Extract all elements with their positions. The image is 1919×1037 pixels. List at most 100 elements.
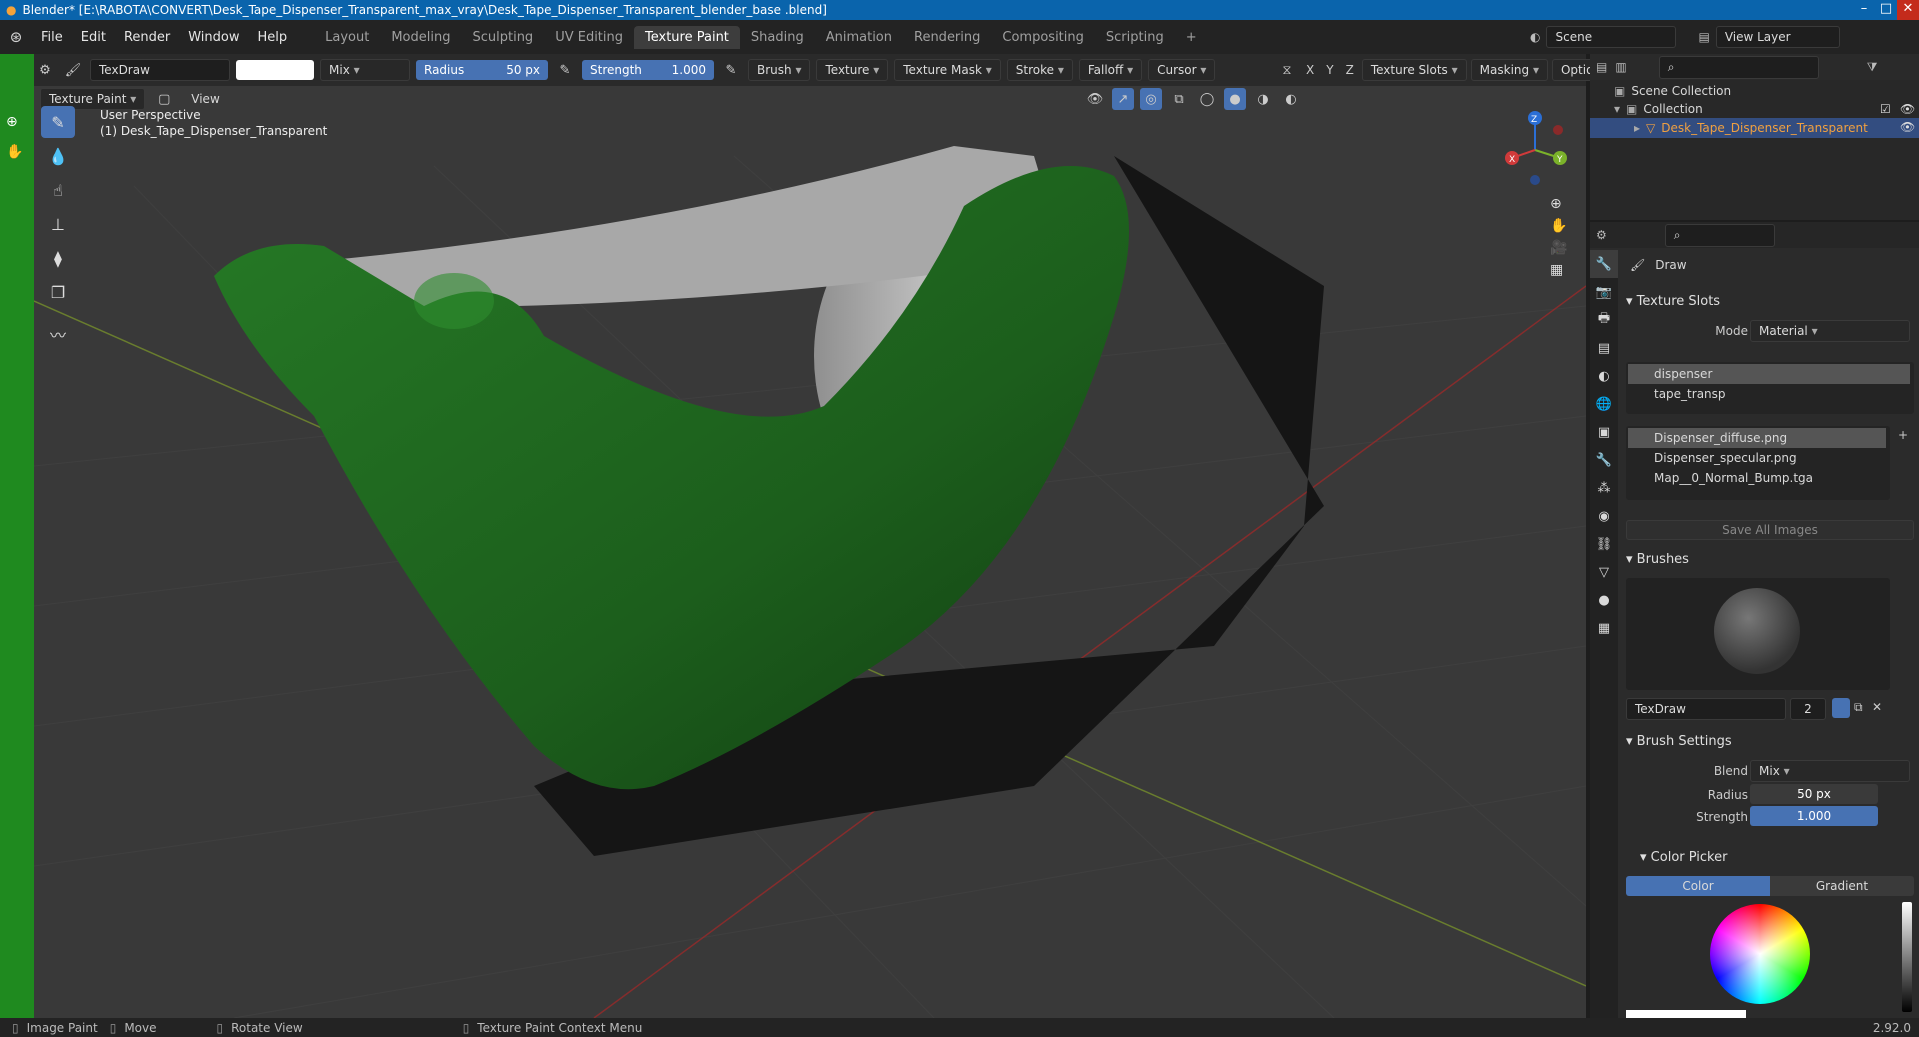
unlink-brush-icon[interactable]: ✕ bbox=[1872, 700, 1882, 714]
add-slot-icon[interactable]: + bbox=[1898, 428, 1908, 442]
soften-tool-icon[interactable]: 💧 bbox=[41, 140, 75, 172]
symmetry-icon[interactable]: ⧖ bbox=[1276, 59, 1298, 81]
ortho-grid-icon[interactable]: ▦ bbox=[1550, 262, 1567, 278]
brush-preview-box[interactable] bbox=[1626, 578, 1890, 690]
image-slot-normal[interactable]: Map__0_Normal_Bump.tga bbox=[1628, 468, 1886, 488]
material-shading-icon[interactable]: ◑ bbox=[1252, 88, 1274, 110]
tool-tab-icon[interactable]: 🔧 bbox=[1590, 250, 1618, 278]
brush-radius-slider[interactable]: 50 px bbox=[1750, 784, 1878, 804]
visibility-icon[interactable]: 👁 bbox=[1084, 88, 1106, 110]
tab-scripting[interactable]: Scripting bbox=[1095, 26, 1175, 49]
tab-compositing[interactable]: Compositing bbox=[991, 26, 1095, 49]
gizmo-icon[interactable]: ↗ bbox=[1112, 88, 1134, 110]
view-layer-tab-icon[interactable]: ▤ bbox=[1590, 334, 1618, 362]
scene-tab-icon[interactable]: ◐ bbox=[1590, 362, 1618, 390]
smear-tool-icon[interactable]: ☝ bbox=[41, 174, 75, 206]
tab-modeling[interactable]: Modeling bbox=[380, 26, 461, 49]
annotate-tool-icon[interactable]: 〰 bbox=[41, 318, 75, 350]
close-icon[interactable]: ✕ bbox=[1897, 0, 1919, 20]
collapse-icon[interactable]: ▾ bbox=[1614, 102, 1620, 116]
tab-uv-editing[interactable]: UV Editing bbox=[544, 26, 634, 49]
material-tab-icon[interactable]: ● bbox=[1590, 586, 1618, 614]
outliner-search-input[interactable]: ⌕ bbox=[1658, 55, 1819, 79]
texture-slots-menu[interactable]: Texture Slots bbox=[1361, 59, 1467, 81]
material-slot-tape[interactable]: tape_transp bbox=[1628, 384, 1910, 404]
overlays-icon[interactable]: ◎ bbox=[1140, 88, 1162, 110]
menu-file[interactable]: File bbox=[32, 30, 72, 45]
brush-strength-slider[interactable]: 1.000 bbox=[1750, 806, 1878, 826]
axis-z-toggle[interactable]: Z bbox=[1342, 61, 1358, 79]
blender-menu-icon[interactable]: ⊛ bbox=[0, 28, 32, 46]
particles-tab-icon[interactable]: ⁂ bbox=[1590, 474, 1618, 502]
image-editor-strip[interactable]: ⊕ ✋ bbox=[0, 54, 34, 1018]
image-slot-specular[interactable]: Dispenser_specular.png bbox=[1628, 448, 1886, 468]
xray-icon[interactable]: ⧉ bbox=[1168, 88, 1190, 110]
brush-name-input[interactable]: TexDraw bbox=[1626, 698, 1786, 720]
tab-texture-paint[interactable]: Texture Paint bbox=[634, 25, 740, 49]
viewport-canvas[interactable] bbox=[34, 86, 1586, 1018]
duplicate-brush-icon[interactable]: ⧉ bbox=[1854, 700, 1863, 715]
outliner-row-object[interactable]: ▸ ▽ Desk_Tape_Dispenser_Transparent bbox=[1590, 118, 1919, 138]
axis-y-toggle[interactable]: Y bbox=[1322, 61, 1337, 79]
minimize-icon[interactable]: – bbox=[1853, 0, 1875, 20]
brush-blend-dropdown[interactable]: Mix bbox=[1750, 760, 1910, 782]
constraints-tab-icon[interactable]: ⛓ bbox=[1590, 530, 1618, 558]
filter-icon[interactable]: ⧩ bbox=[1867, 60, 1878, 75]
properties-editor-icon[interactable]: ⚙ bbox=[1596, 228, 1607, 242]
view-menu[interactable]: View bbox=[183, 92, 227, 106]
add-workspace-icon[interactable]: + bbox=[1175, 26, 1208, 49]
tab-sculpting[interactable]: Sculpting bbox=[461, 26, 544, 49]
material-slot-dispenser[interactable]: dispenser bbox=[1628, 364, 1910, 384]
camera-icon[interactable]: 🎥 bbox=[1550, 240, 1567, 256]
view-layer-icon[interactable]: ▤ bbox=[1698, 30, 1709, 44]
menu-render[interactable]: Render bbox=[115, 30, 179, 45]
object-tab-icon[interactable]: ▣ bbox=[1590, 418, 1618, 446]
collection-checkbox-icon[interactable]: ☑ bbox=[1880, 102, 1891, 116]
save-all-images-button[interactable]: Save All Images bbox=[1626, 520, 1914, 540]
zoom-icon[interactable]: ⊕ bbox=[1550, 196, 1567, 212]
menu-edit[interactable]: Edit bbox=[72, 30, 115, 45]
color-swatch[interactable] bbox=[236, 60, 314, 80]
zoom-icon[interactable]: ⊕ bbox=[6, 114, 18, 130]
rendered-shading-icon[interactable]: ◐ bbox=[1280, 88, 1302, 110]
cursor-menu[interactable]: Cursor bbox=[1148, 59, 1216, 81]
color-wheel[interactable] bbox=[1710, 904, 1810, 1004]
output-tab-icon[interactable]: 🖶 bbox=[1590, 306, 1618, 334]
brush-menu[interactable]: Brush bbox=[748, 59, 811, 81]
data-tab-icon[interactable]: ▽ bbox=[1590, 558, 1618, 586]
clone-tool-icon[interactable]: ⊥ bbox=[41, 208, 75, 240]
outliner-row-collection[interactable]: ▾ ▣ Collection bbox=[1614, 102, 1703, 116]
scene-selector[interactable]: Scene bbox=[1546, 26, 1677, 48]
brush-settings-panel-header[interactable]: ▾ Brush Settings bbox=[1626, 734, 1732, 749]
value-slider[interactable] bbox=[1902, 902, 1912, 1012]
tab-gradient[interactable]: Gradient bbox=[1770, 876, 1914, 896]
brush-icon[interactable]: 🖌 bbox=[62, 59, 84, 81]
menu-window[interactable]: Window bbox=[179, 30, 248, 45]
strength-slider[interactable]: Strength 1.000 bbox=[582, 60, 714, 80]
radius-pressure-icon[interactable]: ✎ bbox=[554, 59, 576, 81]
blend-mode-dropdown[interactable]: Mix bbox=[320, 59, 410, 81]
wireframe-shading-icon[interactable]: ◯ bbox=[1196, 88, 1218, 110]
tab-color[interactable]: Color bbox=[1626, 876, 1770, 896]
render-tab-icon[interactable]: 📷 bbox=[1590, 278, 1618, 306]
brushes-panel-header[interactable]: ▾ Brushes bbox=[1626, 552, 1689, 567]
falloff-menu[interactable]: Falloff bbox=[1078, 59, 1143, 81]
object-eye-icon[interactable]: 👁 bbox=[1900, 120, 1915, 134]
pan-hand-icon[interactable]: ✋ bbox=[1550, 218, 1567, 234]
radius-slider[interactable]: Radius 50 px bbox=[416, 60, 548, 80]
modifier-tab-icon[interactable]: 🔧 bbox=[1590, 446, 1618, 474]
expand-icon[interactable]: ▸ bbox=[1634, 121, 1640, 135]
tab-rendering[interactable]: Rendering bbox=[903, 26, 991, 49]
navigation-gizmo[interactable]: Z Y X bbox=[1500, 110, 1580, 190]
brush-name-field[interactable]: TexDraw bbox=[90, 59, 230, 81]
texture-menu[interactable]: Texture bbox=[816, 59, 889, 81]
outliner-editor-icon[interactable]: ▤ bbox=[1596, 60, 1607, 74]
texture-mask-menu[interactable]: Texture Mask bbox=[894, 59, 1001, 81]
properties-search-input[interactable]: ⌕ bbox=[1664, 223, 1775, 247]
fill-tool-icon[interactable]: ⧫ bbox=[41, 242, 75, 274]
fake-user-icon[interactable] bbox=[1832, 698, 1850, 718]
stroke-menu[interactable]: Stroke bbox=[1006, 59, 1073, 81]
color-picker-panel-header[interactable]: ▾ Color Picker bbox=[1640, 850, 1727, 865]
scene-icon[interactable]: ◐ bbox=[1530, 30, 1540, 44]
image-slot-diffuse[interactable]: Dispenser_diffuse.png bbox=[1628, 428, 1886, 448]
